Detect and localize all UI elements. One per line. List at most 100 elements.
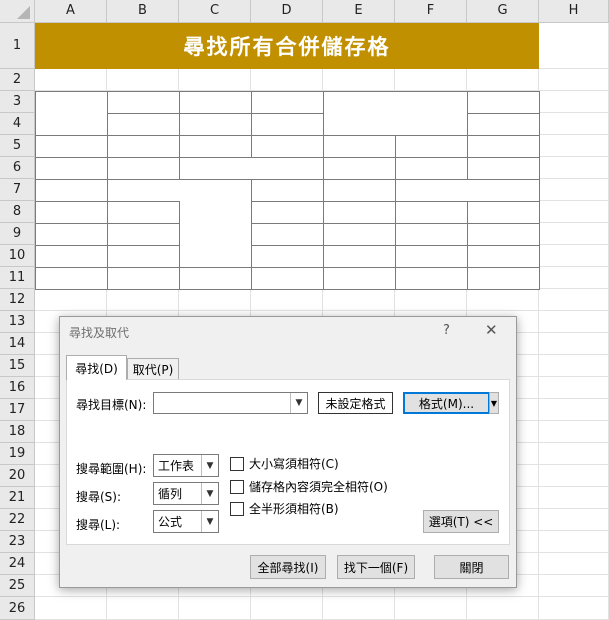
find-all-label: 全部尋找(I)	[257, 560, 319, 575]
match-width-option[interactable]: 全半形須相符(B)	[230, 500, 339, 517]
match-entire-option[interactable]: 儲存格內容須完全相符(O)	[230, 478, 388, 495]
find-next-label: 找下一個(F)	[343, 560, 409, 575]
match-entire-checkbox[interactable]	[230, 479, 244, 494]
row-header[interactable]: 10	[0, 245, 35, 267]
tab-find[interactable]: 尋找(D)	[66, 355, 127, 380]
table-border	[35, 91, 540, 92]
row-header[interactable]: 22	[0, 509, 35, 531]
close-button-label: 關閉	[459, 560, 484, 575]
tab-replace[interactable]: 取代(P)	[127, 358, 179, 380]
title-cell[interactable]: 尋找所有合併儲存格	[35, 23, 539, 69]
match-width-label: 全半形須相符(B)	[249, 502, 339, 516]
find-replace-dialog: 尋找及取代 ? ✕ 尋找(D) 取代(P) 尋找目標(N): ▼ 未設定格式 格…	[59, 316, 517, 588]
table-border	[251, 245, 540, 246]
match-case-option[interactable]: 大小寫須相符(C)	[230, 455, 339, 472]
row-header[interactable]: 6	[0, 157, 35, 179]
tab-replace-label: 取代(P)	[132, 363, 174, 377]
table-border	[323, 91, 324, 290]
table-border	[35, 157, 540, 158]
row-header[interactable]: 12	[0, 289, 35, 311]
row-header[interactable]: 13	[0, 311, 35, 333]
find-all-button[interactable]: 全部尋找(I)	[250, 555, 326, 579]
row-header[interactable]: 11	[0, 267, 35, 289]
look-in-label: 搜尋(L):	[76, 518, 121, 532]
column-header[interactable]: E	[323, 0, 395, 23]
select-all-corner[interactable]	[0, 0, 35, 23]
table-border	[35, 179, 540, 180]
column-header[interactable]: B	[107, 0, 179, 23]
format-dropdown-button[interactable]: ▼	[489, 392, 499, 414]
row-header[interactable]: 9	[0, 223, 35, 245]
match-entire-label: 儲存格內容須完全相符(O)	[249, 480, 388, 494]
row-header[interactable]: 21	[0, 487, 35, 509]
gridline	[35, 310, 609, 311]
table-border	[107, 91, 108, 290]
chevron-down-icon[interactable]: ▼	[201, 483, 218, 504]
chevron-down-icon[interactable]: ▼	[201, 511, 218, 532]
row-header[interactable]: 1	[0, 23, 35, 69]
row-header[interactable]: 18	[0, 421, 35, 443]
find-next-button[interactable]: 找下一個(F)	[337, 555, 415, 579]
format-button-label: 格式(M)...	[418, 396, 475, 411]
chevron-down-icon[interactable]: ▼	[290, 393, 307, 413]
column-header[interactable]: D	[251, 0, 323, 23]
row-header[interactable]: 20	[0, 465, 35, 487]
within-label: 搜尋範圍(H):	[76, 462, 147, 476]
find-what-combo[interactable]: ▼	[153, 392, 308, 414]
look-in-value: 公式	[158, 515, 183, 529]
column-header[interactable]: G	[467, 0, 539, 23]
row-header[interactable]: 8	[0, 201, 35, 223]
table-border	[251, 223, 540, 224]
options-button[interactable]: 選項(T) <<	[423, 510, 499, 533]
row-header[interactable]: 5	[0, 135, 35, 157]
column-header[interactable]: H	[539, 0, 609, 23]
table-border	[35, 223, 180, 224]
find-panel: 尋找目標(N): ▼ 未設定格式 格式(M)... ▼ 搜尋範圍(H): 工作表…	[66, 379, 510, 545]
within-value: 工作表	[158, 459, 195, 473]
row-header[interactable]: 2	[0, 69, 35, 91]
search-order-label: 搜尋(S):	[76, 490, 122, 504]
row-header[interactable]: 19	[0, 443, 35, 465]
table-border	[35, 289, 540, 290]
find-what-label: 尋找目標(N):	[76, 398, 147, 412]
table-border	[107, 113, 324, 114]
table-border	[35, 135, 540, 136]
row-header[interactable]: 15	[0, 355, 35, 377]
close-icon[interactable]: ✕	[485, 321, 498, 339]
table-border	[251, 201, 540, 202]
row-header[interactable]: 7	[0, 179, 35, 201]
match-width-checkbox[interactable]	[230, 501, 244, 516]
title-text: 尋找所有合併儲存格	[183, 35, 391, 59]
match-case-checkbox[interactable]	[230, 456, 244, 471]
row-header[interactable]: 4	[0, 113, 35, 135]
row-header[interactable]: 24	[0, 553, 35, 575]
table-border	[35, 245, 180, 246]
row-header[interactable]: 3	[0, 91, 35, 113]
look-in-select[interactable]: 公式 ▼	[153, 510, 219, 533]
table-border	[251, 179, 252, 290]
table-border	[35, 267, 540, 268]
column-header[interactable]: C	[179, 0, 251, 23]
row-header[interactable]: 25	[0, 575, 35, 597]
row-header[interactable]: 26	[0, 597, 35, 620]
column-header[interactable]: F	[395, 0, 467, 23]
table-border	[467, 113, 540, 114]
dropdown-arrow-icon: ▼	[490, 398, 498, 408]
column-header[interactable]: A	[35, 0, 107, 23]
within-select[interactable]: 工作表 ▼	[153, 454, 219, 477]
close-button[interactable]: 關閉	[434, 555, 509, 579]
row-header[interactable]: 23	[0, 531, 35, 553]
table-border	[251, 91, 252, 158]
format-button[interactable]: 格式(M)...	[403, 392, 490, 414]
chevron-down-icon[interactable]: ▼	[201, 455, 218, 476]
row-header[interactable]: 17	[0, 399, 35, 421]
dialog-title: 尋找及取代	[69, 326, 130, 340]
format-preview: 未設定格式	[318, 392, 393, 414]
search-order-select[interactable]: 循列 ▼	[153, 482, 219, 505]
row-header[interactable]: 14	[0, 333, 35, 355]
search-order-value: 循列	[158, 487, 183, 501]
options-button-label: 選項(T) <<	[428, 515, 494, 529]
help-icon[interactable]: ?	[443, 323, 450, 338]
row-header[interactable]: 16	[0, 377, 35, 399]
table-background	[35, 91, 539, 289]
